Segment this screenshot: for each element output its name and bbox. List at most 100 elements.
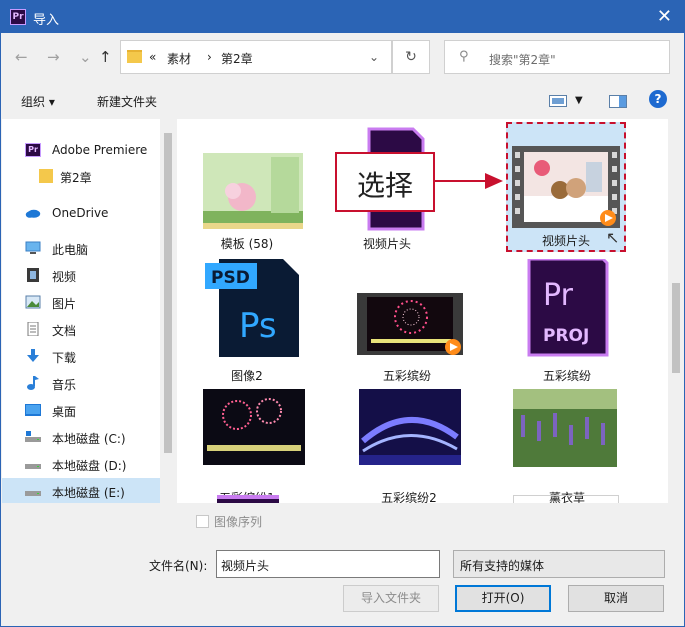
image-thumbnail <box>513 495 619 503</box>
sidebar-scroll-thumb[interactable] <box>164 133 172 453</box>
file-item[interactable]: PSD Ps 图像2 <box>187 259 307 387</box>
annotation-callout: 选择 <box>335 152 435 212</box>
forward-arrow-icon[interactable]: → <box>47 48 60 66</box>
open-button[interactable]: 打开(O) <box>455 585 551 612</box>
sidebar-item-label: Adobe Premiere <box>52 143 148 157</box>
sidebar-item-label: 此电脑 <box>52 243 89 257</box>
file-list-scroll-thumb[interactable] <box>672 283 680 373</box>
navigation-pane: Pr Adobe Premiere 第2章 OneDrive 此电脑 视频 图片… <box>2 119 176 503</box>
music-icon <box>27 376 39 390</box>
file-item[interactable]: 五彩缤纷 <box>347 259 467 387</box>
premiere-icon: Pr <box>25 143 41 157</box>
drive-icon <box>25 491 41 496</box>
breadcrumb-prefix[interactable]: « <box>149 50 156 64</box>
help-icon[interactable]: ? <box>649 90 667 108</box>
sidebar-item-documents[interactable]: 文档 <box>2 316 162 342</box>
chevron-down-icon[interactable]: ⌄ <box>221 557 432 571</box>
sidebar-item-label: 音乐 <box>52 378 77 392</box>
svg-text:Ps: Ps <box>239 306 277 346</box>
breadcrumb-item[interactable]: 素材 <box>167 50 191 67</box>
sidebar-item-label: 第2章 <box>60 171 92 185</box>
onedrive-icon <box>25 209 41 218</box>
file-item[interactable]: 五彩缤纷1 <box>187 381 307 503</box>
file-item[interactable]: 薰衣草 <box>507 381 627 503</box>
sidebar-item-adobe-premiere[interactable]: Pr Adobe Premiere <box>2 137 162 163</box>
image-sequence-label: 图像序列 <box>214 515 263 529</box>
sidebar-item-downloads[interactable]: 下载 <box>2 343 162 369</box>
svg-text:PSD: PSD <box>211 268 250 288</box>
mouse-cursor-icon: ↖ <box>606 228 620 247</box>
sidebar-item-label: 文档 <box>52 324 77 338</box>
video-thumbnail <box>512 146 620 228</box>
sidebar-item-label: 本地磁盘 (E:) <box>52 486 125 500</box>
drive-icon <box>25 431 41 442</box>
premiere-app-icon: Pr <box>10 9 26 25</box>
sidebar-item-label: 本地磁盘 (C:) <box>52 432 126 446</box>
video-thumbnail <box>357 293 463 355</box>
folder-thumbnail <box>203 153 303 229</box>
sidebar-item-onedrive[interactable]: OneDrive <box>2 200 162 226</box>
annotation-arrow-icon <box>435 173 503 189</box>
sidebar-item-drive-e[interactable]: 本地磁盘 (E:) <box>2 478 162 503</box>
premiere-file-icon <box>217 495 279 503</box>
sidebar-item-videos[interactable]: 视频 <box>2 262 162 288</box>
recent-chevron-icon[interactable]: ⌄ <box>79 48 92 66</box>
new-folder-button[interactable]: 新建文件夹 <box>97 93 157 110</box>
sidebar-item-drive-c[interactable]: 本地磁盘 (C:) <box>2 424 162 450</box>
annotation-label: 选择 <box>356 169 413 202</box>
address-bar[interactable]: « 素材 › 第2章 ⌄ <box>120 40 392 74</box>
back-arrow-icon[interactable]: ← <box>15 48 28 66</box>
selected-file-item[interactable]: 视频片头 ↖ <box>506 122 626 252</box>
import-dialog: Pr 导入 ✕ ← → ⌄ ↑ « 素材 › 第2章 ⌄ ↻ ⚲ 搜索"第2章"… <box>0 0 685 627</box>
search-box[interactable]: ⚲ 搜索"第2章" <box>444 40 670 74</box>
psd-file-icon: PSD Ps <box>205 259 299 357</box>
breadcrumb-separator: › <box>207 50 212 64</box>
search-icon: ⚲ <box>459 49 469 64</box>
svg-text:PROJ: PROJ <box>543 326 589 346</box>
close-button[interactable]: ✕ <box>657 6 672 27</box>
address-dropdown-icon[interactable]: ⌄ <box>369 50 379 64</box>
preview-pane-icon[interactable] <box>609 95 627 108</box>
organize-menu[interactable]: 组织 ▾ <box>21 93 55 110</box>
download-icon <box>27 349 39 362</box>
image-thumbnail <box>513 389 617 467</box>
chevron-down-icon: ⌄ <box>460 557 471 571</box>
file-name: 五彩缤纷2 <box>381 491 437 503</box>
video-icon <box>27 268 39 282</box>
sidebar-item-desktop[interactable]: 桌面 <box>2 397 162 423</box>
svg-text:Pr: Pr <box>543 278 574 313</box>
sidebar-item-label: 视频 <box>52 270 77 284</box>
sidebar-item-music[interactable]: 音乐 <box>2 370 162 396</box>
file-item[interactable]: 模板 (58) <box>187 127 307 255</box>
file-name: 模板 (58) <box>220 237 274 251</box>
file-type-select[interactable]: 所有支持的媒体 ⌄ <box>453 550 665 578</box>
sidebar-item-label: 桌面 <box>52 405 77 419</box>
premiere-project-icon: Pr PROJ <box>527 259 609 357</box>
breadcrumb-item[interactable]: 第2章 <box>221 50 253 67</box>
sidebar-item-drive-d[interactable]: 本地磁盘 (D:) <box>2 451 162 477</box>
image-sequence-checkbox[interactable] <box>196 515 209 528</box>
sidebar-item-chapter2[interactable]: 第2章 <box>2 163 162 189</box>
filename-label: 文件名(N): <box>149 559 208 573</box>
up-arrow-icon[interactable]: ↑ <box>99 48 112 66</box>
pc-icon <box>25 241 41 254</box>
cancel-button[interactable]: 取消 <box>568 585 664 612</box>
sidebar-item-this-pc[interactable]: 此电脑 <box>2 235 162 261</box>
file-item[interactable]: 五彩缤纷2 <box>349 381 469 503</box>
file-item[interactable]: Pr PROJ 五彩缤纷 <box>507 259 627 387</box>
command-bar: 组织 ▾ 新建文件夹 ▼ <box>1 83 684 119</box>
sidebar-item-label: 图片 <box>52 297 77 311</box>
view-options-icon[interactable] <box>549 95 567 107</box>
view-dropdown-icon[interactable]: ▼ <box>575 95 583 106</box>
folder-icon <box>127 50 142 63</box>
window-title: 导入 <box>33 13 60 28</box>
folder-icon <box>39 169 53 183</box>
import-folder-button[interactable]: 导入文件夹 <box>343 585 439 612</box>
refresh-button[interactable]: ↻ <box>392 40 430 74</box>
drive-icon <box>25 464 41 469</box>
search-input[interactable]: 搜索"第2章" <box>489 51 556 68</box>
image-thumbnail <box>359 389 461 465</box>
sidebar-item-label: 本地磁盘 (D:) <box>52 459 127 473</box>
sidebar-item-pictures[interactable]: 图片 <box>2 289 162 315</box>
filename-field[interactable]: 视频片头 ⌄ <box>216 550 440 578</box>
